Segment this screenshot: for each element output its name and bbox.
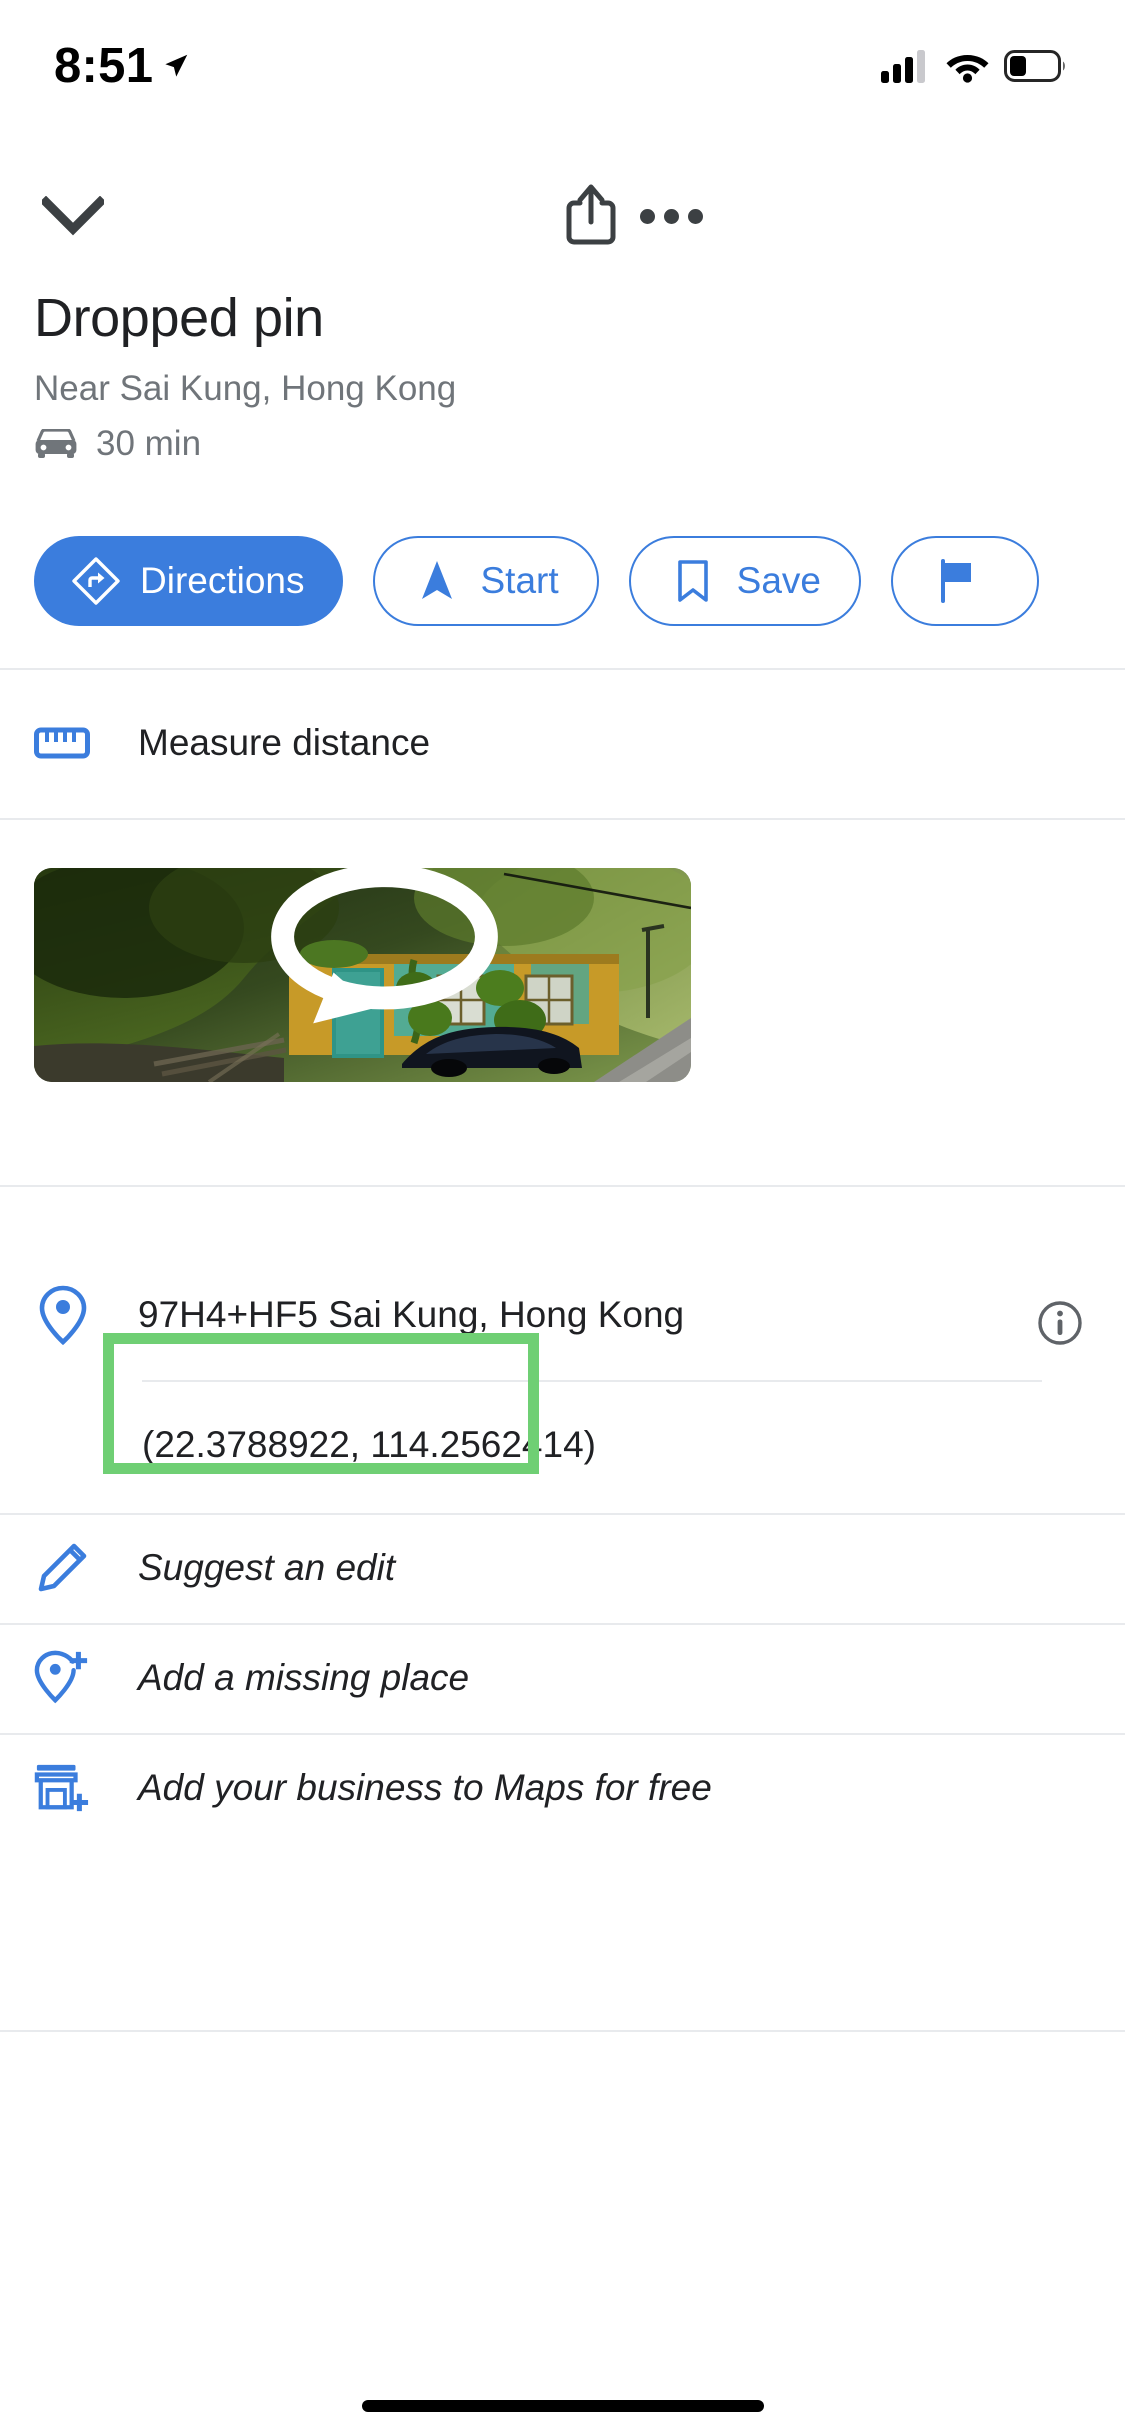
place-subtitle: Near Sai Kung, Hong Kong	[34, 369, 457, 409]
coordinates-row[interactable]: (22.3788922, 114.2562414)	[0, 1380, 1125, 1510]
suggest-an-edit-row[interactable]: Suggest an edit	[0, 1513, 1125, 1623]
save-label: Save	[736, 560, 821, 601]
add-business-label: Add your business to Maps for free	[138, 1766, 712, 1808]
status-bar-clock: 8:51	[54, 38, 154, 93]
cellular-bars-icon	[881, 50, 925, 83]
pencil-icon-glyph	[38, 1543, 87, 1592]
sheet-header	[0, 165, 1125, 275]
status-bar-right	[881, 49, 1067, 83]
measure-distance-row[interactable]: Measure distance	[0, 668, 1125, 818]
pencil-icon	[34, 1540, 90, 1596]
more-options-button[interactable]	[632, 177, 710, 255]
chevron-down-icon	[42, 196, 104, 236]
share-icon	[566, 184, 616, 245]
add-business-icon	[34, 1760, 90, 1816]
divider	[0, 1185, 1125, 1187]
street-view-360-icon	[271, 868, 498, 1024]
place-title-block: Dropped pin Near Sai Kung, Hong Kong 30 …	[34, 288, 1034, 464]
add-place-icon	[34, 1650, 90, 1706]
start-button[interactable]: Start	[372, 535, 599, 626]
bookmark-icon	[677, 559, 708, 602]
drive-time-row: 30 min	[34, 424, 1034, 464]
more-dot	[687, 208, 703, 224]
directions-label: Directions	[140, 560, 305, 601]
suggest-an-edit-label: Suggest an edit	[138, 1546, 396, 1588]
flag-icon	[940, 558, 971, 603]
navigation-arrow-icon	[421, 560, 452, 599]
directions-button[interactable]: Directions	[34, 535, 343, 626]
place-photo[interactable]	[34, 868, 691, 1082]
drive-time-label: 30 min	[96, 424, 202, 464]
start-label: Start	[480, 560, 559, 601]
more-dot	[663, 208, 679, 224]
add-place-icon-glyph	[34, 1650, 88, 1704]
address-row[interactable]: 97H4+HF5 Sai Kung, Hong Kong	[0, 1250, 1125, 1380]
ruler-icon-glyph	[34, 727, 90, 759]
google-maps-place-sheet: 8:51 Dropped pin Near Sai Kung, Hong Kon…	[0, 0, 1125, 2436]
action-buttons-row: Directions Start Save	[0, 528, 1125, 633]
add-business-icon-glyph	[34, 1764, 89, 1812]
flag-button[interactable]	[890, 535, 1039, 626]
battery-low-icon	[1004, 50, 1065, 82]
map-pin-icon	[39, 1285, 87, 1345]
home-indicator[interactable]	[361, 2400, 764, 2412]
status-bar: 8:51	[0, 0, 1125, 132]
ruler-icon	[34, 715, 90, 771]
info-circle-icon[interactable]	[1037, 1300, 1083, 1346]
add-missing-place-label: Add a missing place	[138, 1656, 470, 1698]
directions-icon	[72, 556, 120, 605]
more-dot	[639, 208, 655, 224]
address-label: 97H4+HF5 Sai Kung, Hong Kong	[138, 1294, 685, 1335]
collapse-sheet-button[interactable]	[34, 177, 112, 255]
divider	[0, 818, 1125, 820]
page-title: Dropped pin	[34, 288, 324, 348]
location-arrow-icon	[165, 54, 188, 77]
wifi-icon	[946, 54, 989, 83]
add-business-row[interactable]: Add your business to Maps for free	[0, 1733, 1125, 1843]
save-button[interactable]: Save	[628, 535, 861, 626]
coordinates-label: (22.3788922, 114.2562414)	[142, 1424, 596, 1465]
status-bar-left: 8:51	[54, 38, 191, 93]
divider	[0, 2030, 1125, 2032]
measure-distance-label: Measure distance	[138, 721, 431, 763]
add-missing-place-row[interactable]: Add a missing place	[0, 1623, 1125, 1733]
share-button[interactable]	[552, 173, 630, 257]
car-icon	[35, 429, 77, 459]
